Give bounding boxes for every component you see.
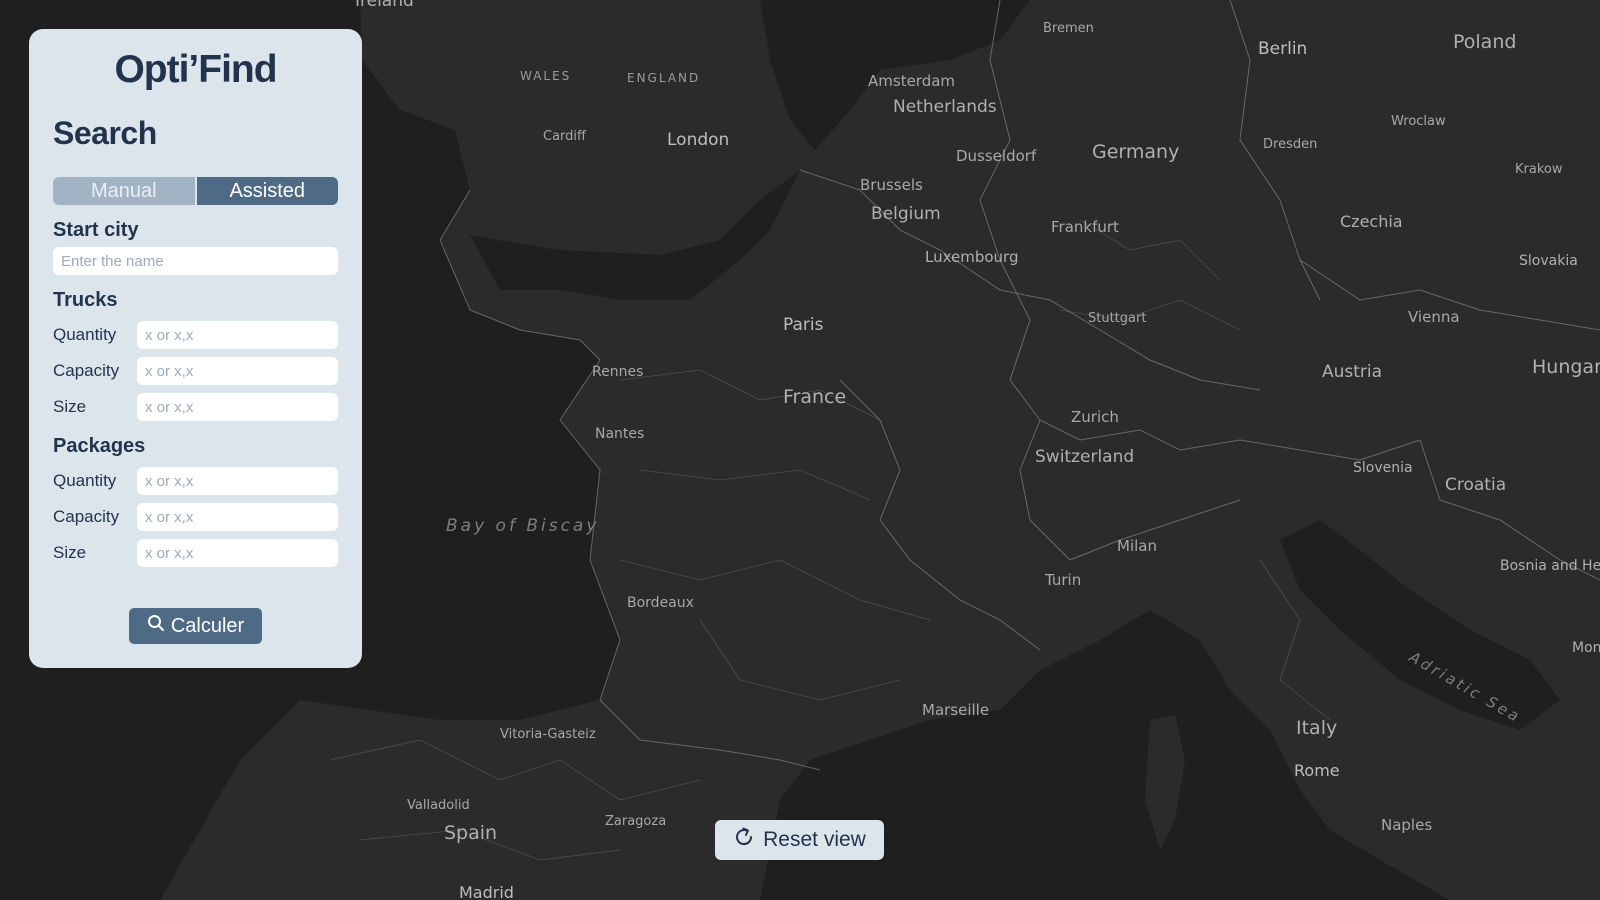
trucks-capacity-label: Capacity (53, 361, 120, 380)
country-label-switzerland: Switzerland (1035, 447, 1134, 467)
country-label-spain: Spain (444, 822, 497, 844)
city-label-bremen: Bremen (1043, 21, 1094, 36)
country-label-croatia: Croatia (1445, 475, 1506, 495)
city-label-nantes: Nantes (595, 426, 644, 442)
packages-section: Packages Quantity Capacity Size (53, 433, 338, 567)
city-label-cardiff: Cardiff (543, 129, 587, 144)
trucks-size-input[interactable] (137, 393, 338, 421)
country-label-italy: Italy (1296, 717, 1337, 739)
country-label-bosnia: Bosnia and Herzegovina (1500, 558, 1600, 574)
city-label-frankfurt: Frankfurt (1051, 218, 1119, 236)
search-title: Search (53, 115, 157, 151)
city-label-valladolid: Valladolid (407, 798, 470, 813)
city-label-amsterdam: Amsterdam (868, 72, 955, 90)
city-label-stuttgart: Stuttgart (1088, 311, 1146, 326)
trucks-quantity-row: Quantity (53, 321, 338, 349)
region-label-england: ENGLAND (627, 71, 700, 85)
city-label-milan: Milan (1117, 537, 1157, 555)
mode-assisted-button[interactable]: Assisted (196, 177, 338, 205)
country-label-ireland: Ireland (355, 0, 414, 11)
city-label-zaragoza: Zaragoza (605, 814, 666, 829)
start-city-input[interactable] (53, 247, 338, 275)
city-label-bordeaux: Bordeaux (627, 595, 694, 611)
packages-capacity-input[interactable] (137, 503, 338, 531)
city-label-london: London (667, 130, 729, 150)
reset-view-button[interactable]: Reset view (715, 820, 884, 860)
packages-capacity-label: Capacity (53, 507, 120, 526)
city-label-vitoria-gasteiz: Vitoria-Gasteiz (500, 727, 596, 742)
country-label-belgium: Belgium (871, 204, 941, 224)
country-label-luxembourg: Luxembourg (925, 248, 1019, 266)
trucks-quantity-label: Quantity (53, 325, 117, 344)
trucks-capacity-row: Capacity (53, 357, 338, 385)
packages-quantity-row: Quantity (53, 467, 338, 495)
packages-quantity-label: Quantity (53, 471, 117, 490)
trucks-title: Trucks (53, 289, 118, 311)
country-label-slovakia: Slovakia (1519, 253, 1578, 269)
sea-label-bay-of-biscay: Bay of Biscay (446, 516, 599, 536)
packages-quantity-input[interactable] (137, 467, 338, 495)
mode-toggle: Manual Assisted (53, 177, 338, 205)
start-city-label: Start city (53, 219, 139, 241)
trucks-size-label: Size (53, 397, 87, 416)
city-label-naples: Naples (1381, 816, 1432, 834)
city-label-turin: Turin (1044, 571, 1081, 589)
country-label-slovenia: Slovenia (1353, 460, 1413, 476)
city-label-vienna: Vienna (1408, 308, 1460, 326)
packages-capacity-row: Capacity (53, 503, 338, 531)
country-label-poland: Poland (1453, 31, 1516, 53)
country-label-montenegro: Montenegro (1572, 640, 1600, 656)
city-label-paris: Paris (783, 315, 824, 335)
packages-title: Packages (53, 435, 146, 457)
city-label-berlin: Berlin (1258, 39, 1307, 59)
search-icon (147, 614, 165, 638)
country-label-hungary: Hungary (1532, 356, 1600, 378)
packages-size-label: Size (53, 543, 87, 562)
mode-manual-button[interactable]: Manual (53, 177, 195, 205)
reset-view-label: Reset view (763, 828, 866, 851)
packages-size-row: Size (53, 539, 338, 567)
city-label-dresden: Dresden (1263, 137, 1317, 152)
city-label-marseille: Marseille (922, 701, 989, 719)
country-label-france: France (783, 386, 846, 408)
city-label-dusseldorf: Dusseldorf (956, 147, 1037, 165)
city-label-madrid: Madrid (459, 883, 514, 900)
app-brand: Opti’Find (114, 48, 277, 91)
trucks-section: Trucks Quantity Capacity Size (53, 287, 338, 421)
calculate-button-label: Calculer (170, 614, 245, 637)
refresh-icon (733, 826, 755, 854)
city-label-krakow: Krakow (1515, 162, 1563, 177)
country-label-czechia: Czechia (1340, 212, 1403, 231)
city-label-rome: Rome (1294, 761, 1340, 780)
search-panel: Opti’Find Search Manual Assisted Start c… (29, 29, 362, 668)
country-label-austria: Austria (1322, 362, 1382, 382)
city-label-zurich: Zurich (1071, 408, 1119, 426)
trucks-quantity-input[interactable] (137, 321, 338, 349)
packages-size-input[interactable] (137, 539, 338, 567)
city-label-rennes: Rennes (592, 364, 643, 380)
calculate-button[interactable]: Calculer (129, 608, 262, 644)
country-label-netherlands: Netherlands (893, 97, 997, 117)
region-label-wales: WALES (520, 69, 571, 83)
city-label-wroclaw: Wroclaw (1391, 114, 1446, 129)
city-label-brussels: Brussels (860, 176, 923, 194)
trucks-capacity-input[interactable] (137, 357, 338, 385)
country-label-germany: Germany (1092, 141, 1179, 163)
trucks-size-row: Size (53, 393, 338, 421)
